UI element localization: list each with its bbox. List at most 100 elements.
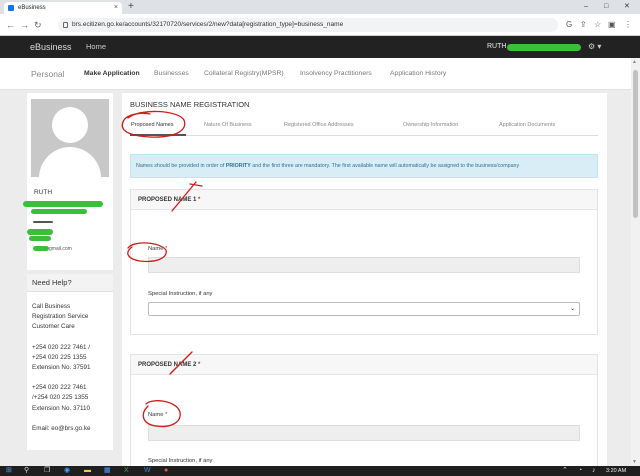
- instruction-label: Special Instruction, if any: [148, 458, 213, 464]
- redaction-scribble: [33, 246, 49, 252]
- profile-name: RUTH: [34, 189, 53, 196]
- maximize-button[interactable]: □: [604, 0, 608, 14]
- redaction-scribble: [31, 209, 87, 214]
- chrome-icon[interactable]: ●: [164, 466, 168, 476]
- panel-title: PROPOSED NAME 1 *: [131, 190, 597, 210]
- menu-icon[interactable]: ⋮: [624, 19, 632, 31]
- volume-icon[interactable]: ♪: [592, 466, 596, 476]
- star-icon[interactable]: ☆: [594, 19, 601, 31]
- help-title: Need Help?: [27, 274, 113, 292]
- nav-collateral-registry[interactable]: Collateral Registry(MPSR): [204, 58, 284, 90]
- help-spacer: [32, 333, 112, 343]
- required-mark: *: [198, 197, 201, 203]
- help-email[interactable]: Email: eo@brs.go.ke: [32, 424, 112, 434]
- name-label: Name *: [148, 412, 167, 418]
- nav-personal[interactable]: Personal: [31, 58, 65, 90]
- nav-make-application[interactable]: Make Application: [84, 58, 140, 90]
- name-label: Name *: [148, 246, 167, 252]
- edge-icon[interactable]: ◉: [64, 466, 70, 476]
- panel-title-text: PROPOSED NAME 1: [138, 197, 197, 203]
- new-tab-button[interactable]: +: [128, 0, 134, 14]
- taskbar-clock[interactable]: 3:20 AM: [606, 466, 626, 476]
- nav-insolvency-practitioners[interactable]: Insolvency Practitioners: [300, 58, 372, 90]
- help-line: /+254 020 225 1355: [32, 394, 89, 402]
- gear-icon[interactable]: ⚙ ▾: [588, 36, 601, 58]
- sidepanel-icon[interactable]: ▣: [608, 19, 616, 31]
- alert-text: and the first three are mandatory. The f…: [250, 163, 520, 169]
- reload-icon[interactable]: ↻: [34, 19, 42, 31]
- registration-form: BUSINESS NAME REGISTRATION Proposed Name…: [122, 93, 607, 476]
- help-line: +254 020 225 1355: [32, 353, 87, 361]
- redaction-scribble: [23, 201, 103, 207]
- scroll-up-icon[interactable]: ▲: [632, 59, 637, 65]
- network-icon[interactable]: ◔: [578, 466, 582, 476]
- tab-ownership-information[interactable]: Ownership Information: [403, 115, 458, 135]
- favicon-icon: [8, 5, 14, 11]
- user-name[interactable]: RUTH: [487, 36, 506, 58]
- share-icon[interactable]: ⇪: [580, 19, 587, 31]
- help-line: Call Business: [32, 303, 71, 310]
- tab-proposed-names[interactable]: Proposed Names: [131, 115, 174, 135]
- file-explorer-icon[interactable]: ▬: [84, 466, 91, 476]
- page-scrollbar[interactable]: ▲ ▼: [631, 58, 640, 466]
- browser-tabstrip: eBusiness × + – □ ✕: [0, 0, 640, 14]
- search-icon[interactable]: ⚲: [24, 466, 29, 476]
- tab-nature-of-business[interactable]: Nature Of Business: [204, 115, 252, 135]
- profile-email: gmail.com: [33, 246, 72, 252]
- tab-application-documents[interactable]: Application Documents: [499, 115, 555, 135]
- page-title: BUSINESS NAME REGISTRATION: [130, 100, 250, 109]
- back-icon[interactable]: ←: [6, 19, 15, 31]
- close-tab-icon[interactable]: ×: [114, 2, 118, 14]
- task-view-icon[interactable]: ❐: [44, 466, 50, 476]
- store-icon[interactable]: ▦: [104, 466, 111, 476]
- info-alert: Names should be provided in order of PRI…: [130, 154, 598, 178]
- browser-tab-title: eBusiness: [18, 5, 46, 11]
- instruction-label: Special Instruction, if any: [148, 291, 213, 297]
- help-line: +254 020 222 7461: [32, 384, 87, 392]
- proposed-name-1-input[interactable]: [148, 257, 580, 273]
- brand-logo[interactable]: eBusiness: [30, 36, 72, 58]
- excel-icon[interactable]: X: [124, 466, 129, 476]
- home-link[interactable]: Home: [86, 36, 106, 58]
- lock-icon: [63, 22, 68, 28]
- windows-start-icon[interactable]: ⊞: [6, 466, 12, 476]
- app-navbar: eBusiness Home RUTH ⚙ ▾: [0, 36, 640, 58]
- help-line: Customer Care: [32, 323, 75, 331]
- forward-icon[interactable]: →: [20, 19, 29, 31]
- scrollbar-thumb[interactable]: [633, 70, 638, 218]
- required-mark: *: [198, 362, 201, 368]
- address-bar[interactable]: brs.ecitizen.go.ke/accounts/32170720/ser…: [58, 18, 558, 32]
- scroll-down-icon[interactable]: ▼: [632, 459, 637, 465]
- email-text: gmail.com: [49, 246, 72, 252]
- help-spacer: [32, 414, 112, 424]
- google-icon[interactable]: G: [566, 19, 572, 31]
- os-taskbar: ⊞ ⚲ ❐ ◉ ▬ ▦ X W ● ⌃ ◔ ♪ 3:20 AM: [0, 466, 640, 476]
- nav-businesses[interactable]: Businesses: [154, 58, 189, 90]
- panel-title-text: PROPOSED NAME 2: [138, 362, 197, 368]
- sub-navigation: Personal Make Application Businesses Col…: [0, 58, 640, 90]
- help-line: Extension No. 37591: [32, 364, 91, 372]
- help-line: Registration Service: [32, 313, 89, 321]
- name-label-text: Name: [148, 246, 164, 252]
- name-label-text: Name: [148, 412, 164, 418]
- special-instruction-1-select[interactable]: ⌄: [148, 302, 580, 316]
- browser-toolbar: ← → ↻ brs.ecitizen.go.ke/accounts/321707…: [0, 14, 640, 36]
- tab-divider: [130, 135, 598, 136]
- panel-title: PROPOSED NAME 2 *: [131, 355, 597, 375]
- browser-tab[interactable]: eBusiness ×: [4, 2, 122, 14]
- help-line: +254 020 222 7461 /: [32, 343, 90, 351]
- tab-registered-office-addresses[interactable]: Registered Office Addresses: [284, 115, 354, 135]
- proposed-name-2-input[interactable]: [148, 425, 580, 441]
- system-tray-icon[interactable]: ⌃: [562, 466, 568, 476]
- minimize-button[interactable]: –: [584, 0, 588, 14]
- avatar-body-icon: [39, 147, 101, 177]
- nav-application-history[interactable]: Application History: [390, 58, 446, 90]
- help-card: Need Help? Call Business Registration Se…: [27, 274, 113, 450]
- close-window-button[interactable]: ✕: [624, 0, 630, 14]
- redaction-scribble: [29, 236, 51, 241]
- redaction-scribble: [27, 229, 53, 235]
- proposed-name-panel: PROPOSED NAME 2 * Name * Special Instruc…: [130, 354, 598, 476]
- word-icon[interactable]: W: [144, 466, 151, 476]
- help-text: Call Business Registration Service Custo…: [32, 302, 112, 434]
- avatar: [31, 99, 109, 177]
